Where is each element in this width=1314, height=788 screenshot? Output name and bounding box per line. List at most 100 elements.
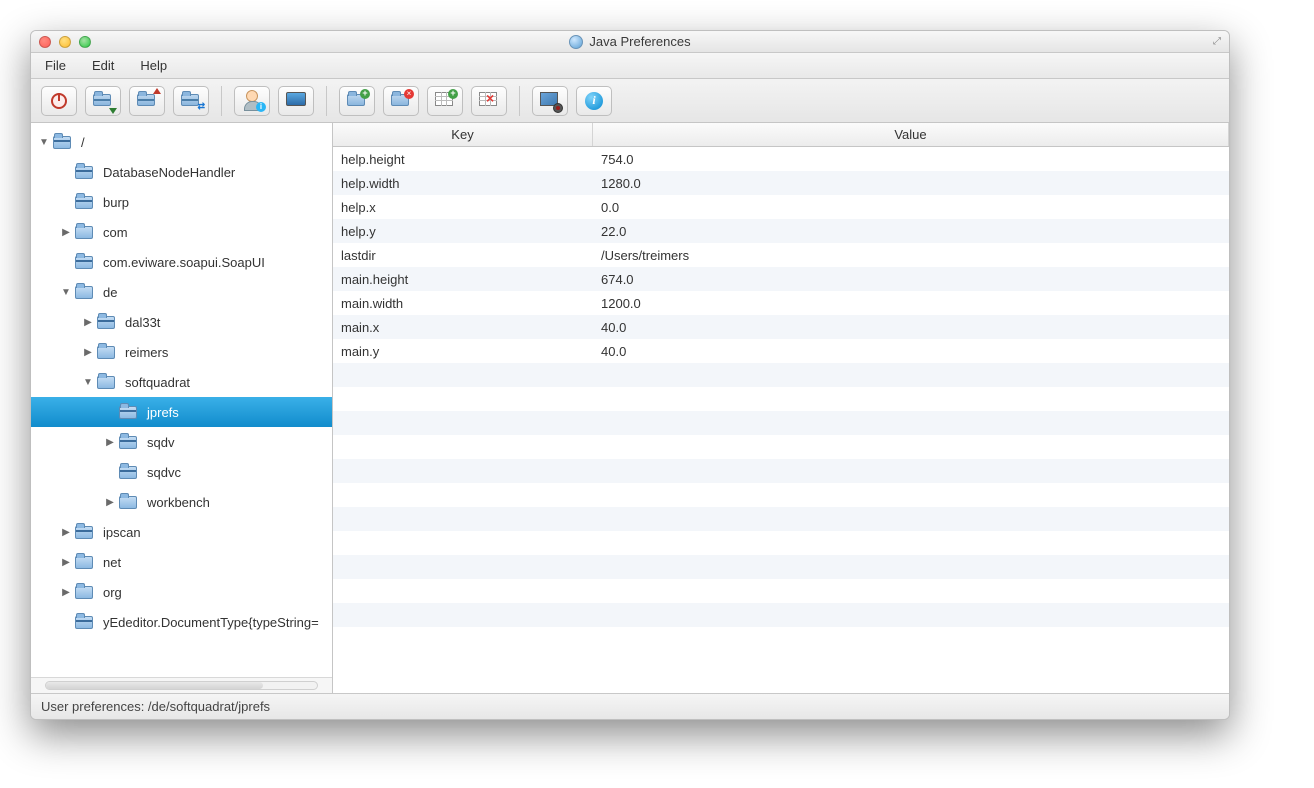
export-button[interactable] xyxy=(129,86,165,116)
table-row[interactable]: help.y22.0 xyxy=(333,219,1229,243)
menu-file[interactable]: File xyxy=(41,56,70,75)
close-icon[interactable] xyxy=(39,36,51,48)
tree-hscrollbar[interactable] xyxy=(31,677,332,693)
tree-item[interactable]: burp xyxy=(31,187,332,217)
column-header-value[interactable]: Value xyxy=(593,123,1229,146)
table-row[interactable] xyxy=(333,459,1229,483)
info-icon: i xyxy=(585,92,603,110)
column-header-key[interactable]: Key xyxy=(333,123,593,146)
folder-plus-icon: + xyxy=(347,92,367,110)
table-row[interactable] xyxy=(333,579,1229,603)
chevron-down-icon[interactable]: ▼ xyxy=(39,137,49,148)
tree-item[interactable]: ▶org xyxy=(31,577,332,607)
new-key-button[interactable]: + xyxy=(427,86,463,116)
table-row[interactable] xyxy=(333,435,1229,459)
cell-value: /Users/treimers xyxy=(593,248,1229,263)
cell-key: lastdir xyxy=(333,248,593,263)
import-button[interactable] xyxy=(85,86,121,116)
tree-item-label: reimers xyxy=(125,345,168,360)
toolbar-separator xyxy=(221,86,222,116)
maximize-icon[interactable]: ⤢ xyxy=(1213,36,1221,47)
table-row[interactable]: main.height674.0 xyxy=(333,267,1229,291)
delete-folder-button[interactable]: × xyxy=(383,86,419,116)
tree-item[interactable]: com.eviware.soapui.SoapUI xyxy=(31,247,332,277)
table-row[interactable] xyxy=(333,387,1229,411)
folder-icon xyxy=(75,166,93,179)
table-row[interactable]: help.height754.0 xyxy=(333,147,1229,171)
tree-pane: ▼/DatabaseNodeHandler burp ▶ com com.eviware… xyxy=(31,123,333,693)
table-row[interactable] xyxy=(333,603,1229,627)
cell-key: help.y xyxy=(333,224,593,239)
zoom-icon[interactable] xyxy=(79,36,91,48)
tree-item[interactable]: ▶dal33t xyxy=(31,307,332,337)
table-row[interactable]: main.y40.0 xyxy=(333,339,1229,363)
tree-item[interactable]: ▶ reimers xyxy=(31,337,332,367)
chevron-right-icon[interactable]: ▶ xyxy=(61,227,71,238)
tree-item[interactable]: ▶workbench xyxy=(31,487,332,517)
tree-item[interactable]: ▼/ xyxy=(31,127,332,157)
chevron-right-icon[interactable]: ▶ xyxy=(61,587,71,598)
cell-key: main.width xyxy=(333,296,593,311)
chevron-right-icon[interactable]: ▶ xyxy=(61,527,71,538)
table-row[interactable] xyxy=(333,483,1229,507)
settings-button[interactable] xyxy=(532,86,568,116)
export-icon xyxy=(137,92,157,110)
cell-value: 22.0 xyxy=(593,224,1229,239)
table-pane: Key Value help.height754.0help.width1280… xyxy=(333,123,1229,693)
folder-icon xyxy=(97,346,115,359)
user-button[interactable]: i xyxy=(234,86,270,116)
cell-value: 40.0 xyxy=(593,320,1229,335)
menu-edit[interactable]: Edit xyxy=(88,56,118,75)
table-body[interactable]: help.height754.0help.width1280.0help.x0.… xyxy=(333,147,1229,693)
menu-help[interactable]: Help xyxy=(136,56,171,75)
table-row[interactable] xyxy=(333,555,1229,579)
cell-value: 40.0 xyxy=(593,344,1229,359)
table-row[interactable] xyxy=(333,411,1229,435)
tree-item[interactable]: ▶sqdv xyxy=(31,427,332,457)
table-row[interactable] xyxy=(333,627,1229,651)
tree-item[interactable]: ▶ipscan xyxy=(31,517,332,547)
power-icon xyxy=(51,93,67,109)
tree-item[interactable]: jprefs xyxy=(31,397,332,427)
table-row[interactable] xyxy=(333,363,1229,387)
info-button[interactable]: i xyxy=(576,86,612,116)
tree-item[interactable]: ▶ com xyxy=(31,217,332,247)
swap-button[interactable]: ⇄ xyxy=(173,86,209,116)
table-row[interactable]: lastdir/Users/treimers xyxy=(333,243,1229,267)
monitor-icon xyxy=(286,92,306,110)
folder-icon xyxy=(75,196,93,209)
tree-item[interactable]: ▼de xyxy=(31,277,332,307)
chevron-right-icon[interactable]: ▶ xyxy=(83,347,93,358)
chevron-right-icon[interactable]: ▶ xyxy=(83,317,93,328)
table-row[interactable]: main.x40.0 xyxy=(333,315,1229,339)
table-row[interactable] xyxy=(333,531,1229,555)
chevron-right-icon[interactable]: ▶ xyxy=(61,557,71,568)
table-row[interactable]: main.width1200.0 xyxy=(333,291,1229,315)
chevron-right-icon[interactable]: ▶ xyxy=(105,497,115,508)
chevron-down-icon[interactable]: ▼ xyxy=(61,287,71,298)
window-title-text: Java Preferences xyxy=(589,34,690,49)
tree-item-label: com xyxy=(103,225,128,240)
tree-item[interactable]: yEdeditor.DocumentType{typeString= xyxy=(31,607,332,637)
folder-icon xyxy=(119,436,137,449)
table-row[interactable]: help.width1280.0 xyxy=(333,171,1229,195)
cell-value: 674.0 xyxy=(593,272,1229,287)
cell-value: 1280.0 xyxy=(593,176,1229,191)
chevron-down-icon[interactable]: ▼ xyxy=(83,377,93,388)
minimize-icon[interactable] xyxy=(59,36,71,48)
tree-item-label: net xyxy=(103,555,121,570)
system-button[interactable] xyxy=(278,86,314,116)
tree-item[interactable]: sqdvc xyxy=(31,457,332,487)
power-button[interactable] xyxy=(41,86,77,116)
new-folder-button[interactable]: + xyxy=(339,86,375,116)
tree[interactable]: ▼/DatabaseNodeHandler burp ▶ com com.eviware… xyxy=(31,123,332,677)
tree-item-label: burp xyxy=(103,195,129,210)
table-row[interactable] xyxy=(333,507,1229,531)
chevron-right-icon[interactable]: ▶ xyxy=(105,437,115,448)
tree-item[interactable]: ▼softquadrat xyxy=(31,367,332,397)
tree-item[interactable]: DatabaseNodeHandler xyxy=(31,157,332,187)
window-title: Java Preferences xyxy=(31,31,1229,52)
tree-item[interactable]: ▶ net xyxy=(31,547,332,577)
delete-key-button[interactable]: × xyxy=(471,86,507,116)
table-row[interactable]: help.x0.0 xyxy=(333,195,1229,219)
